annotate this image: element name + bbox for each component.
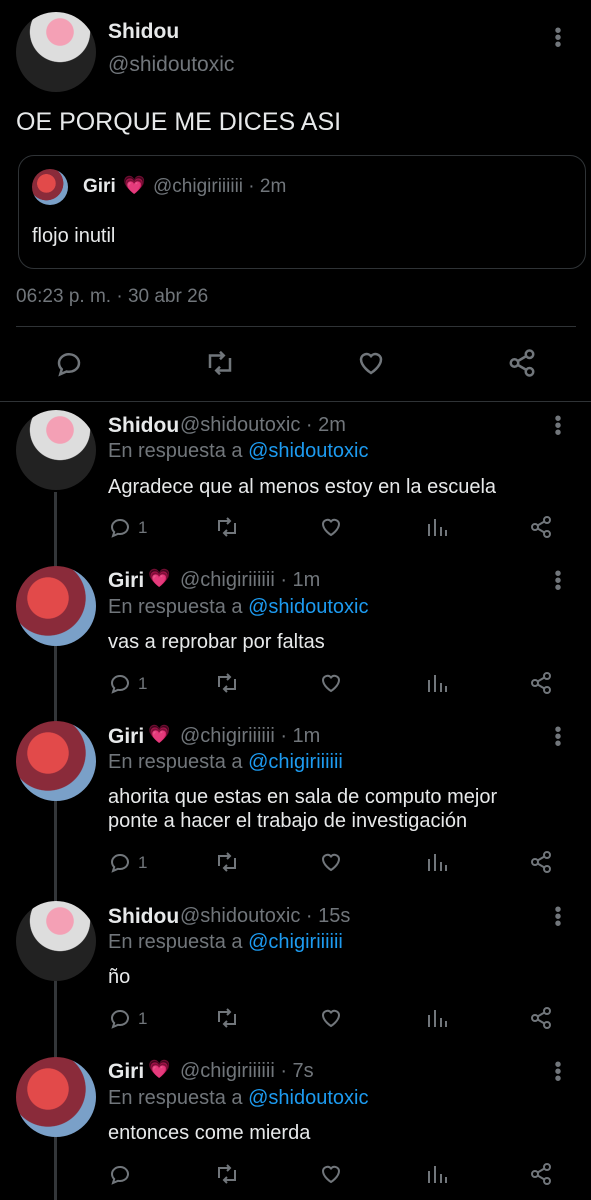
reply-to-link[interactable]: @chigiriiiiii [248,931,343,953]
reply-to-link[interactable]: @shidoutoxic [248,440,368,462]
reply-icon[interactable] [108,1006,132,1030]
tweet-text: OE PORQUE ME DICES ASI [16,108,342,136]
handle-time[interactable]: @shidoutoxic · 2m [180,414,346,437]
reply-prefix: En respuesta a [108,596,243,618]
handle-time[interactable]: @chigiriiiiii · 7s [180,1060,314,1083]
author-name[interactable]: Shidou [108,414,179,438]
reply-text: Agradece que al menos estoy en la escuel… [108,476,497,498]
avatar[interactable] [16,1057,96,1137]
reply-icon[interactable] [108,1162,132,1186]
reply-text-line-1: ahorita que estas en sala de computo mej… [108,786,498,808]
author-name[interactable]: Giri [108,725,144,749]
retweet-icon[interactable] [214,515,240,539]
action-bar [108,1162,558,1188]
like-icon[interactable] [355,348,387,378]
action-bar: 1 [108,1006,558,1032]
reply-context: En respuesta a @shidoutoxic [108,596,368,619]
avatar[interactable] [16,901,96,981]
heart-emoji-icon: 💗 [123,175,146,195]
section-divider [0,401,591,402]
more-icon[interactable]: • • • [553,409,563,443]
reply-to-link[interactable]: @shidoutoxic [248,1087,368,1109]
reply-count: 1 [138,674,148,693]
views-icon[interactable] [426,671,448,695]
share-icon[interactable] [529,1006,553,1030]
reply-text: vas a reprobar por faltas [108,631,325,653]
share-icon[interactable] [529,1162,553,1186]
reply-prefix: En respuesta a [108,1087,243,1109]
action-bar: 1 [108,515,558,541]
handle-time[interactable]: @chigiriiiiii · 1m [180,725,320,748]
like-icon[interactable] [319,1162,343,1186]
action-bar: 1 [108,850,558,876]
quote-text: flojo inutil [32,225,116,247]
reply-icon[interactable] [108,671,132,695]
reply-count: 1 [138,853,148,872]
reply-prefix: En respuesta a [108,440,243,462]
author-name[interactable]: Shidou [108,20,179,44]
views-icon[interactable] [426,850,448,874]
retweet-icon[interactable] [214,850,240,874]
reply-icon[interactable] [108,850,132,874]
reply-text: ño [108,966,131,988]
retweet-icon[interactable] [203,348,237,378]
more-icon[interactable]: • • • [553,720,563,754]
reply-to-link[interactable]: @shidoutoxic [248,596,368,618]
reply-context: En respuesta a @chigiriiiiii [108,751,343,774]
avatar[interactable] [16,12,96,92]
retweet-icon[interactable] [214,1162,240,1186]
handle-time[interactable]: @chigiriiiiii · 1m [180,569,320,592]
reply-icon[interactable] [54,348,84,378]
more-icon[interactable]: • • • [553,564,563,598]
share-icon[interactable] [529,671,553,695]
views-icon[interactable] [426,1162,448,1186]
reply-context: En respuesta a @shidoutoxic [108,440,368,463]
author-name[interactable]: Shidou [108,905,179,929]
timestamp[interactable]: 06:23 p. m. · 30 abr 26 [16,286,208,308]
heart-emoji-icon: 💗 [148,568,171,588]
views-icon[interactable] [426,1006,448,1030]
avatar[interactable] [16,721,96,801]
author-name[interactable]: Giri [108,569,144,593]
more-icon[interactable]: • • • [553,1055,563,1089]
reply-count: 1 [138,1009,148,1028]
reply-text: entonces come mierda [108,1122,311,1144]
like-icon[interactable] [319,1006,343,1030]
reply-context: En respuesta a @shidoutoxic [108,1087,368,1110]
share-icon[interactable] [529,515,553,539]
reply-prefix: En respuesta a [108,751,243,773]
reply-icon[interactable] [108,515,132,539]
like-icon[interactable] [319,850,343,874]
retweet-icon[interactable] [214,1006,240,1030]
reply-prefix: En respuesta a [108,931,243,953]
reply-to-link[interactable]: @chigiriiiiii [248,751,343,773]
share-icon[interactable] [529,850,553,874]
divider [16,326,576,327]
quote-name: Giri [83,176,116,197]
avatar[interactable] [16,566,96,646]
retweet-icon[interactable] [214,671,240,695]
avatar[interactable] [16,410,96,490]
reply-text-line-2: ponte a hacer el trabajo de investigació… [108,810,468,832]
action-bar: 1 [108,671,558,697]
views-icon[interactable] [426,515,448,539]
heart-emoji-icon: 💗 [148,1059,171,1079]
like-icon[interactable] [319,515,343,539]
reply-context: En respuesta a @chigiriiiiii [108,931,343,954]
more-icon[interactable]: • • • [553,21,563,55]
main-action-bar [0,340,591,390]
reply-count: 1 [138,518,148,537]
like-icon[interactable] [319,671,343,695]
heart-emoji-icon: 💗 [148,724,171,744]
quote-tweet[interactable]: Giri 💗 @chigiriiiiii · 2m flojo inutil [18,155,586,269]
quote-handle-time: @chigiriiiiii · 2m [153,176,287,197]
quote-avatar [32,169,68,205]
author-name[interactable]: Giri [108,1060,144,1084]
author-handle[interactable]: @shidoutoxic [108,53,234,77]
handle-time[interactable]: @shidoutoxic · 15s [180,905,350,928]
more-icon[interactable]: • • • [553,900,563,934]
share-icon[interactable] [507,348,537,378]
